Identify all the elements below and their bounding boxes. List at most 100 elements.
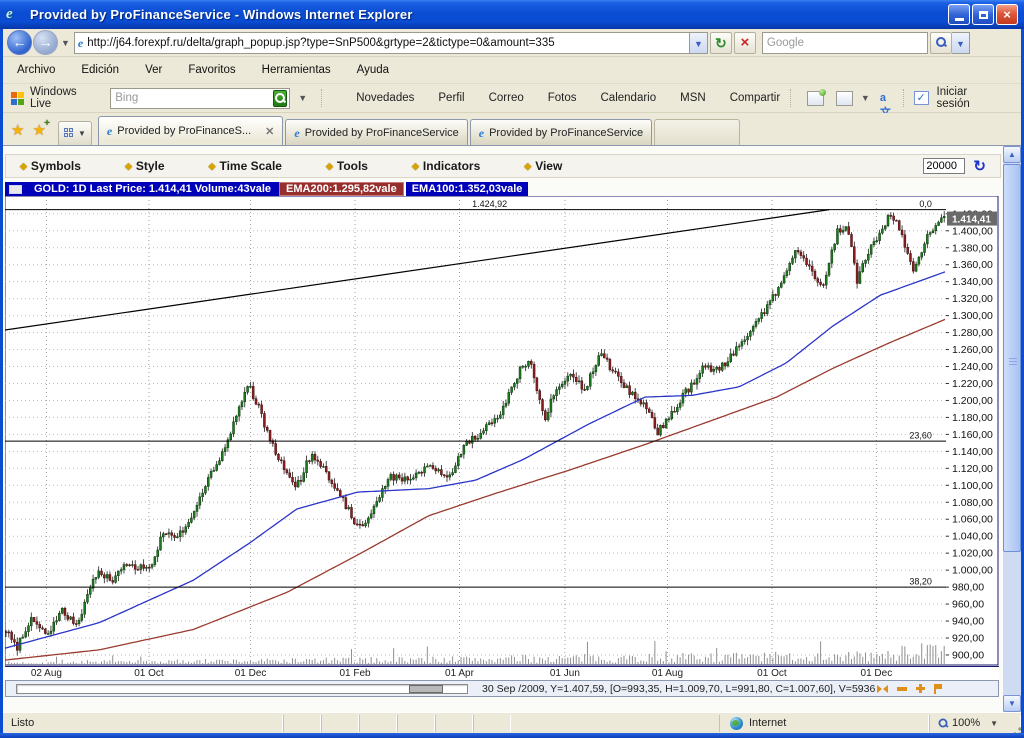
windows-live-label: Windows Live	[30, 86, 100, 110]
y-tick-label: 1.100,00	[952, 480, 993, 492]
x-axis-label: 01 Apr	[445, 668, 474, 679]
live-link-msn[interactable]: MSN	[680, 92, 706, 104]
search-go-button[interactable]	[930, 32, 952, 54]
form-fill-dropdown[interactable]: ▼	[861, 93, 870, 103]
forward-button[interactable]: →	[33, 30, 58, 55]
search-icon	[936, 37, 946, 47]
web-search-input[interactable]	[763, 37, 927, 49]
minimize-button[interactable]	[948, 4, 970, 25]
tab-2[interactable]: e Provided by ProFinanceService	[285, 119, 467, 145]
tab-1[interactable]: e Provided by ProFinanceS... ✕	[98, 116, 283, 145]
tab-3[interactable]: e Provided by ProFinanceService	[470, 119, 652, 145]
live-link-calendario[interactable]: Calendario	[601, 92, 657, 104]
y-tick-label: 1.120,00	[952, 463, 993, 475]
refresh-button[interactable]: ↻	[710, 32, 732, 54]
flag-icon[interactable]	[934, 684, 942, 694]
share-photo-icon[interactable]	[807, 91, 824, 106]
zoom-control[interactable]: 100% ▼	[929, 715, 1021, 732]
ema200-label[interactable]: EMA200:1.295,82vale	[279, 182, 404, 196]
restore-button[interactable]	[972, 4, 994, 25]
scrollbar-thumb[interactable]	[1003, 164, 1021, 552]
chart-menu-style[interactable]: ◆Style	[125, 159, 165, 173]
chart-application: ◆Symbols ◆Style ◆Time Scale ◆Tools ◆Indi…	[3, 146, 1003, 712]
web-search-box	[762, 32, 928, 54]
tab-label: Provided by ProFinanceS...	[117, 125, 251, 137]
stop-icon: ×	[741, 34, 750, 51]
level-label: 38,20	[909, 577, 932, 587]
recent-pages-dropdown[interactable]: ▼	[61, 38, 70, 48]
signin-button[interactable]: Iniciar sesión	[937, 86, 1003, 110]
menu-item-archivo[interactable]: Archivo	[17, 64, 55, 76]
refresh-chart-icon[interactable]: ↻	[973, 157, 986, 175]
zoom-level-label: 100%	[952, 717, 980, 729]
y-tick-label: 1.020,00	[952, 548, 993, 560]
search-options-dropdown[interactable]: ▼	[952, 32, 970, 54]
browser-scrollbar[interactable]: ▲ ▼	[1003, 146, 1021, 712]
y-tick-label: 1.200,00	[952, 395, 993, 407]
new-tab-stub[interactable]	[654, 119, 740, 145]
address-input[interactable]: e http://j64.forexpf.ru/delta/graph_popu…	[74, 32, 690, 54]
live-link-compartir[interactable]: Compartir	[730, 92, 780, 104]
zoom-dropdown[interactable]: ▼	[990, 719, 998, 728]
stop-button[interactable]: ×	[734, 32, 756, 54]
tab-ie-icon: e	[479, 127, 484, 139]
chart-menu-symbols[interactable]: ◆Symbols	[20, 159, 81, 173]
collapse-range-icon[interactable]	[877, 685, 888, 693]
tab-ie-icon: e	[107, 125, 112, 137]
bing-search-dropdown[interactable]: ▼	[298, 93, 307, 103]
chart-toolbar: ◆Symbols ◆Style ◆Time Scale ◆Tools ◆Indi…	[5, 154, 1001, 178]
live-link-perfil[interactable]: Perfil	[438, 92, 464, 104]
ema100-label[interactable]: EMA100:1.352,03vale	[404, 182, 529, 196]
y-tick-label: 1.220,00	[952, 378, 993, 390]
favorites-button[interactable]: ★	[11, 121, 24, 139]
chart-type-icon[interactable]	[5, 182, 26, 196]
tab-list-dropdown[interactable]: ▼	[78, 129, 86, 138]
menu-item-ayuda[interactable]: Ayuda	[357, 64, 389, 76]
add-favorite-button[interactable]: ★	[32, 121, 45, 139]
zoom-in-icon[interactable]	[916, 684, 925, 693]
y-tick-label: 1.360,00	[952, 259, 993, 271]
axis-frame	[5, 196, 998, 665]
candlestick-chart[interactable]: 900,00920,00940,00960,00980,001.000,001.…	[5, 196, 999, 666]
bing-search-input[interactable]	[111, 92, 273, 104]
chart-scroll-thumb[interactable]	[409, 685, 443, 693]
address-dropdown[interactable]: ▼	[690, 32, 708, 54]
bing-search-button[interactable]	[273, 90, 287, 107]
bing-search-box	[110, 88, 290, 109]
x-axis: 02 Aug01 Oct01 Dec01 Feb01 Apr01 Jun01 A…	[5, 666, 999, 680]
x-axis-label: 01 Oct	[757, 668, 786, 679]
zoom-out-icon[interactable]	[897, 687, 907, 691]
menu-item-edicion[interactable]: Edición	[81, 64, 119, 76]
y-tick-label: 1.040,00	[952, 531, 993, 543]
y-tick-label: 960,00	[952, 599, 984, 611]
chart-menu-timescale[interactable]: ◆Time Scale	[209, 159, 282, 173]
back-button[interactable]: ←	[7, 30, 32, 55]
chart-plot-svg[interactable]: 900,00920,00940,00960,00980,001.000,001.…	[5, 196, 999, 666]
menu-bar: Archivo Edición Ver Favoritos Herramient…	[3, 57, 1021, 84]
chart-scroll-track[interactable]	[16, 684, 468, 694]
scroll-down-icon[interactable]: ▼	[1003, 695, 1021, 712]
chart-menu-indicators[interactable]: ◆Indicators	[412, 159, 480, 173]
menu-item-ver[interactable]: Ver	[145, 64, 162, 76]
close-button[interactable]: ×	[996, 4, 1018, 25]
chart-menu-view[interactable]: ◆View	[524, 159, 562, 173]
scroll-up-icon[interactable]: ▲	[1003, 146, 1021, 163]
menu-diamond-icon: ◆	[524, 161, 531, 172]
form-fill-icon[interactable]	[836, 91, 853, 106]
chart-menu-tools[interactable]: ◆Tools	[326, 159, 368, 173]
menu-item-favoritos[interactable]: Favoritos	[188, 64, 235, 76]
chart-legend-bar: GOLD: 1D Last Price: 1.414,41 Volume:43v…	[5, 182, 528, 196]
y-tick-label: 940,00	[952, 616, 984, 628]
quick-tabs-button[interactable]: ▼	[58, 121, 92, 145]
translate-icon[interactable]: a文	[880, 91, 897, 106]
tab-close-icon[interactable]: ✕	[265, 125, 274, 138]
address-bar: ← → ▼ e http://j64.forexpf.ru/delta/grap…	[3, 29, 1021, 57]
menu-item-herramientas[interactable]: Herramientas	[262, 64, 331, 76]
y-tick-label: 1.400,00	[952, 225, 993, 237]
live-link-correo[interactable]: Correo	[489, 92, 524, 104]
tab-label: Provided by ProFinanceService	[305, 127, 459, 139]
y-tick-label: 1.060,00	[952, 514, 993, 526]
amount-input[interactable]	[923, 158, 965, 174]
live-link-fotos[interactable]: Fotos	[548, 92, 577, 104]
live-link-novedades[interactable]: Novedades	[356, 92, 414, 104]
